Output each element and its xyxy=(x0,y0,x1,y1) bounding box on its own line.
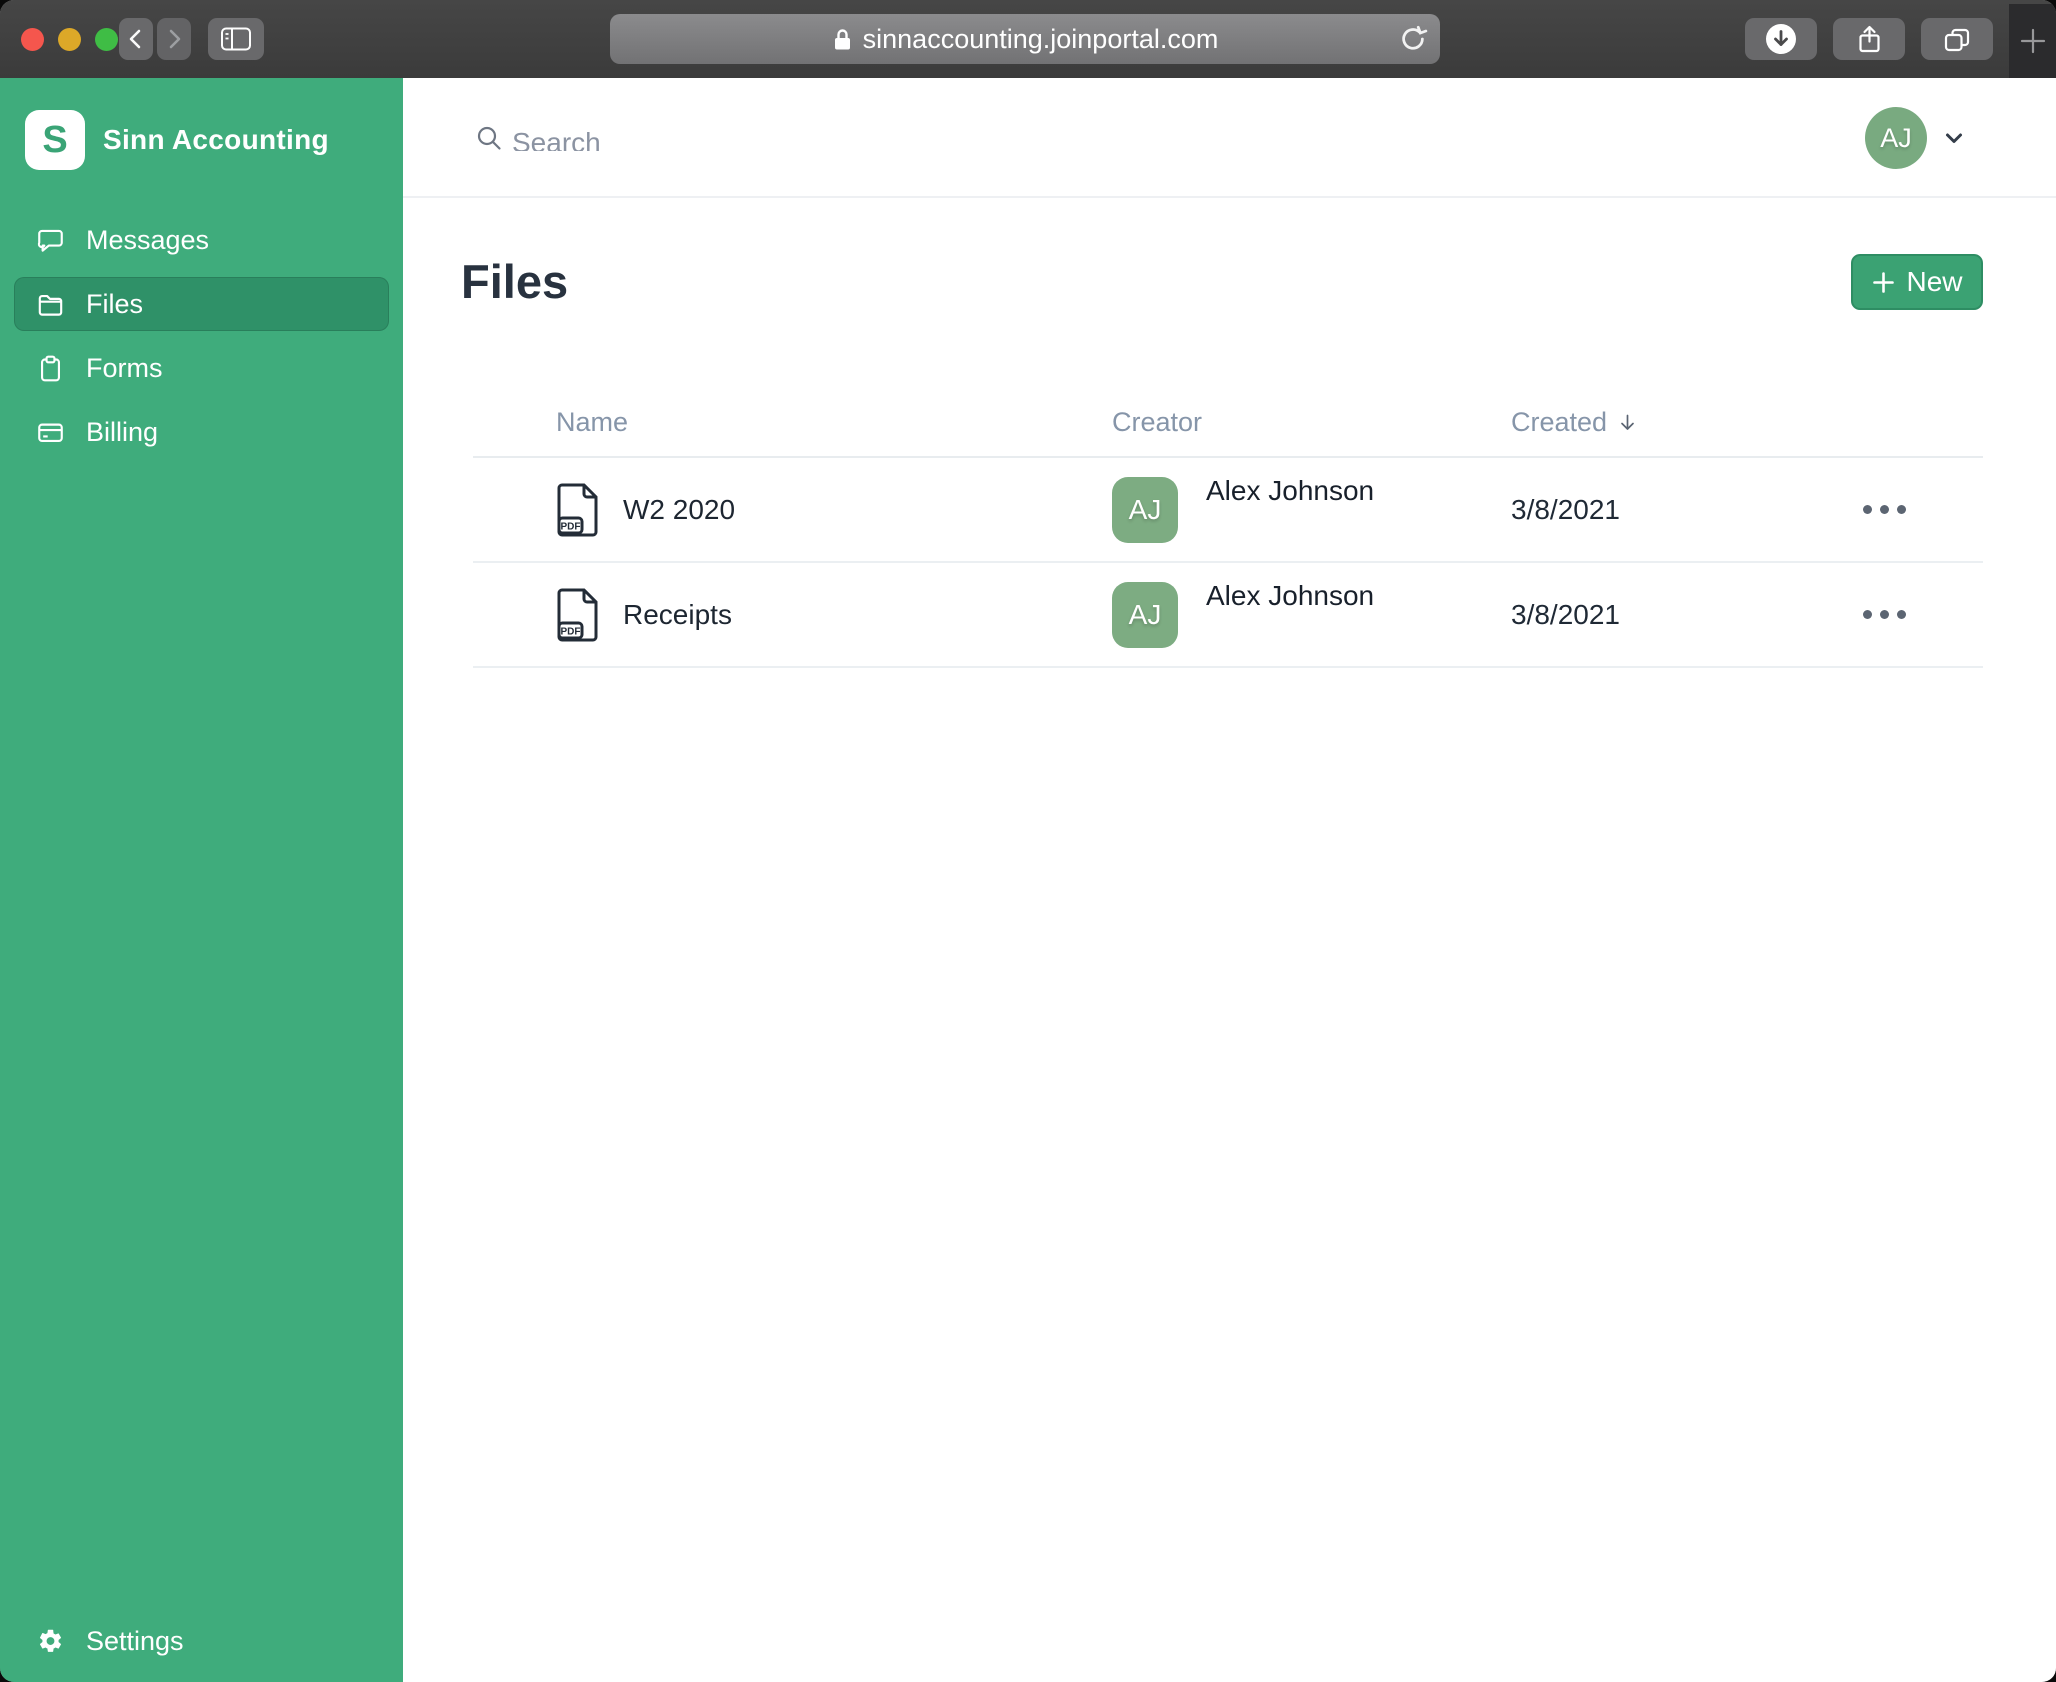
file-name-cell: PDF W2 2020 xyxy=(473,482,1112,538)
credit-card-icon xyxy=(37,419,64,446)
minimize-window-button[interactable] xyxy=(58,28,81,51)
address-bar[interactable]: sinnaccounting.joinportal.com xyxy=(610,14,1440,64)
reload-icon xyxy=(1402,25,1428,50)
sidebar-panel-icon xyxy=(221,27,251,51)
sidebar-bottom: Settings xyxy=(0,1614,403,1668)
gear-icon xyxy=(37,1628,64,1655)
column-header-created[interactable]: Created xyxy=(1511,407,1833,438)
page-title: Files xyxy=(461,255,569,308)
folder-icon xyxy=(37,291,64,318)
creator-cell: AJ Alex Johnson xyxy=(1112,458,1511,561)
sidebar-nav: Messages Files Forms Billing xyxy=(0,213,403,459)
logo-initial: S xyxy=(42,118,68,161)
new-file-button[interactable]: New xyxy=(1851,254,1983,310)
row-actions-cell xyxy=(1833,600,1983,629)
file-name[interactable]: Receipts xyxy=(623,599,732,631)
company-name: Sinn Accounting xyxy=(103,124,329,155)
chevron-right-icon xyxy=(169,29,181,49)
chat-bubble-icon xyxy=(37,227,64,254)
tabs-icon xyxy=(1944,28,1969,51)
svg-text:PDF: PDF xyxy=(561,626,581,637)
chevron-down-icon xyxy=(1946,133,1962,143)
row-menu-button[interactable] xyxy=(1859,495,1910,524)
sidebar: S Sinn Accounting Messages Files Forms B… xyxy=(0,78,403,1682)
sidebar-item-label: Messages xyxy=(86,224,210,255)
download-icon xyxy=(1766,24,1796,54)
back-button[interactable] xyxy=(119,18,153,60)
file-name-cell: PDF Receipts xyxy=(473,587,1112,643)
avatar[interactable]: AJ xyxy=(1865,107,1927,169)
share-button[interactable] xyxy=(1833,18,1905,60)
column-header-creator[interactable]: Creator xyxy=(1112,407,1511,438)
pdf-file-icon: PDF xyxy=(557,483,598,536)
search-input[interactable]: Search xyxy=(475,124,601,152)
search-placeholder: Search xyxy=(512,127,601,151)
ellipsis-icon xyxy=(1863,505,1872,514)
sidebar-item-label: Settings xyxy=(86,1625,184,1656)
new-tab-button[interactable] xyxy=(2009,4,2056,78)
plus-icon xyxy=(1873,271,1895,293)
file-name[interactable]: W2 2020 xyxy=(623,494,735,526)
ellipsis-icon xyxy=(1863,610,1872,619)
creator-avatar: AJ xyxy=(1112,581,1178,648)
sidebar-item-messages[interactable]: Messages xyxy=(14,213,389,267)
tab-overview-button[interactable] xyxy=(1921,18,1993,60)
created-date: 3/8/2021 xyxy=(1511,598,1620,630)
table-row[interactable]: PDF Receipts AJ Alex Johnson 3/8/2021 xyxy=(473,563,1983,668)
creator-name: Alex Johnson xyxy=(1206,475,1375,506)
svg-text:PDF: PDF xyxy=(561,521,581,532)
sidebar-item-settings[interactable]: Settings xyxy=(14,1614,389,1668)
creator-name: Alex Johnson xyxy=(1206,580,1375,611)
main-panel: Search AJ Files New Name Creator Created… xyxy=(403,78,2056,1682)
sidebar-item-label: Files xyxy=(86,288,144,319)
files-table: Name Creator Created PDF W2 2020 AJ Alex… xyxy=(473,388,1983,668)
sidebar-item-forms[interactable]: Forms xyxy=(14,341,389,395)
sidebar-item-label: Forms xyxy=(86,352,163,383)
lock-icon xyxy=(834,28,850,49)
close-window-button[interactable] xyxy=(21,28,44,51)
main-header: Search AJ xyxy=(403,78,2056,198)
sidebar-item-label: Billing xyxy=(86,416,159,447)
zoom-window-button[interactable] xyxy=(95,28,118,51)
page-head: Files New xyxy=(403,198,2056,310)
column-header-name[interactable]: Name xyxy=(473,407,1112,438)
reload-button[interactable] xyxy=(1398,24,1428,61)
creator-cell: AJ Alex Johnson xyxy=(1112,563,1511,666)
table-row[interactable]: PDF W2 2020 AJ Alex Johnson 3/8/2021 xyxy=(473,458,1983,563)
sort-descending-arrow-icon xyxy=(1621,414,1634,430)
downloads-button[interactable] xyxy=(1745,18,1817,60)
plus-icon xyxy=(2020,28,2045,54)
row-menu-button[interactable] xyxy=(1859,600,1910,629)
sidebar-item-billing[interactable]: Billing xyxy=(14,405,389,459)
pdf-file-icon: PDF xyxy=(557,588,598,641)
chevron-left-icon xyxy=(129,29,141,49)
share-icon xyxy=(1858,25,1880,52)
search-icon xyxy=(477,126,501,150)
created-date: 3/8/2021 xyxy=(1511,493,1620,525)
creator-avatar: AJ xyxy=(1112,476,1178,543)
clipboard-icon xyxy=(37,355,64,382)
toggle-sidebar-button[interactable] xyxy=(208,18,264,60)
forward-button[interactable] xyxy=(157,18,191,60)
company-logo: S xyxy=(25,110,85,170)
new-button-label: New xyxy=(1906,266,1963,297)
url-text: sinnaccounting.joinportal.com xyxy=(862,23,1219,54)
app-body: S Sinn Accounting Messages Files Forms B… xyxy=(0,78,2056,1682)
browser-window: sinnaccounting.joinportal.com S Sinn Acc… xyxy=(0,0,2056,1682)
sidebar-item-files[interactable]: Files xyxy=(14,277,389,331)
window-controls xyxy=(21,28,118,51)
user-menu[interactable]: AJ xyxy=(1865,107,1968,169)
row-actions-cell xyxy=(1833,495,1983,524)
browser-toolbar: sinnaccounting.joinportal.com xyxy=(0,0,2056,79)
brand: S Sinn Accounting xyxy=(0,78,403,170)
table-header: Name Creator Created xyxy=(473,388,1983,458)
